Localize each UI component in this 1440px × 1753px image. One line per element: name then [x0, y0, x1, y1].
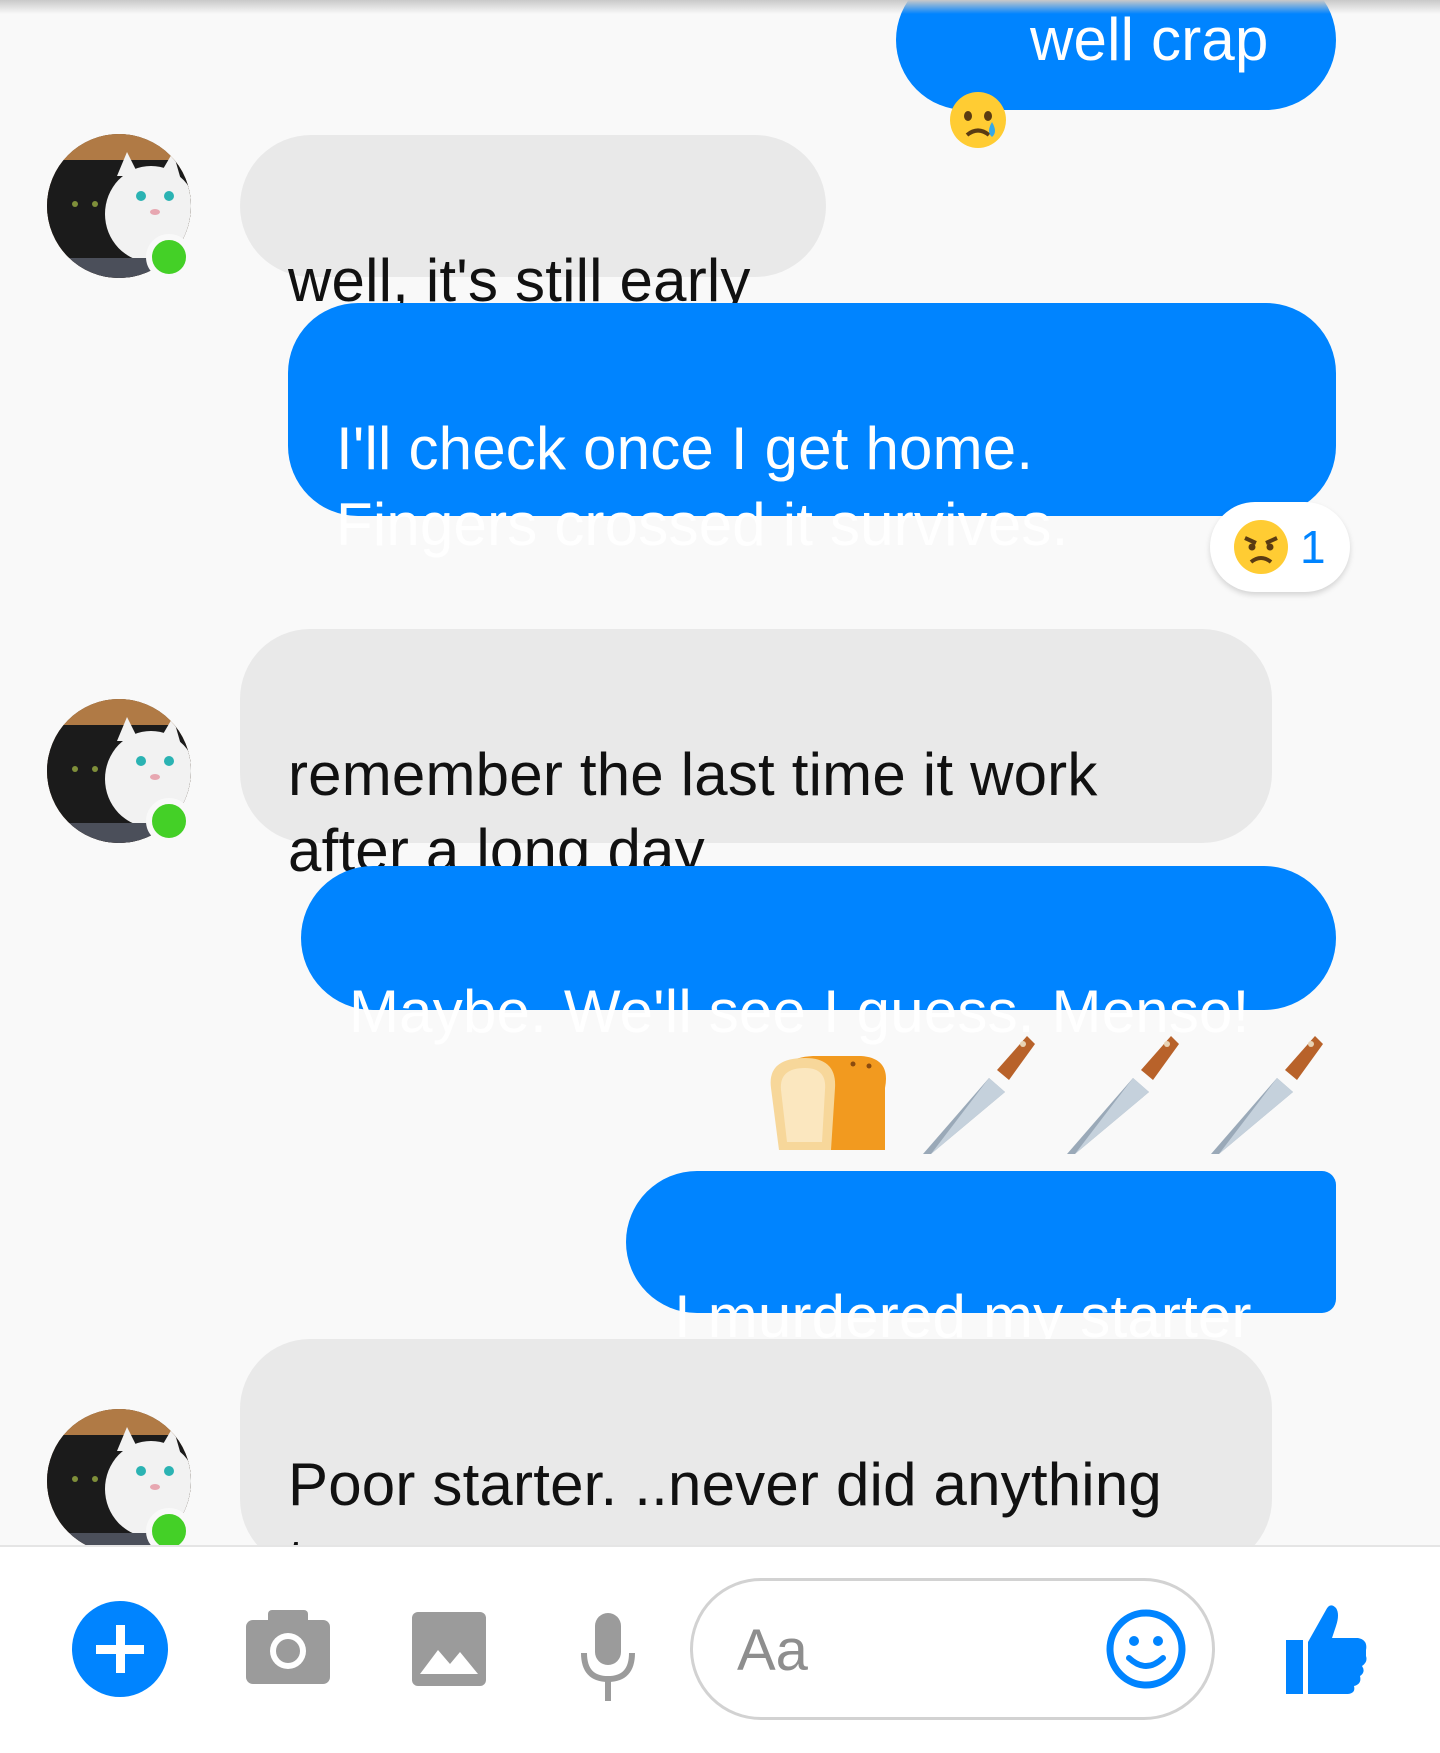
outgoing-message[interactable]: I murdered my starter: [626, 1171, 1336, 1350]
message-input[interactable]: Aa: [690, 1578, 1215, 1720]
microphone-icon: [578, 1613, 638, 1707]
emoji-message[interactable]: [765, 1030, 1325, 1160]
angry-face-icon: [1232, 518, 1290, 576]
gallery-icon: [412, 1612, 486, 1690]
kitchen-knife-icon: [1205, 1030, 1325, 1165]
outgoing-message[interactable]: well crap: [896, 0, 1336, 148]
reaction-count: 1: [1300, 521, 1326, 573]
message-reaction[interactable]: 1: [1210, 502, 1350, 592]
message-input-placeholder: Aa: [737, 1618, 808, 1683]
kitchen-knife-icon: [1061, 1030, 1181, 1165]
camera-button[interactable]: [246, 1608, 330, 1689]
message-text: remember the last time it work after a l…: [288, 741, 1098, 884]
thumbs-up-button[interactable]: [1286, 1600, 1368, 1701]
plus-icon: [72, 1601, 168, 1702]
message-text: Poor starter. ..never did anything to yo…: [288, 1451, 1162, 1545]
crying-face-icon: [948, 14, 1008, 148]
message-list[interactable]: well crap well, it's still early I'll ch…: [0, 0, 1440, 1545]
incoming-message[interactable]: well, it's still early: [240, 135, 826, 314]
camera-icon: [246, 1610, 330, 1688]
incoming-message[interactable]: remember the last time it work after a l…: [240, 629, 1272, 884]
plus-button[interactable]: [72, 1601, 168, 1697]
message-text: I'll check once I get home. Fingers cros…: [336, 415, 1069, 558]
outgoing-message[interactable]: Maybe. We'll see I guess. Menso!: [301, 866, 1336, 1045]
outgoing-message[interactable]: I'll check once I get home. Fingers cros…: [288, 303, 1336, 558]
status-bar-shadow: [0, 0, 1440, 14]
microphone-button[interactable]: [578, 1613, 638, 1708]
kitchen-knife-icon: [917, 1030, 1037, 1165]
bread-icon: [765, 1046, 895, 1161]
online-status-dot: [146, 234, 192, 280]
gallery-button[interactable]: [412, 1612, 486, 1691]
thumbs-up-icon: [1286, 1605, 1368, 1700]
online-status-dot: [146, 798, 192, 844]
incoming-message[interactable]: Poor starter. ..never did anything to yo…: [240, 1339, 1272, 1545]
online-status-dot: [146, 1508, 192, 1545]
smiley-icon[interactable]: [1105, 1608, 1187, 1695]
